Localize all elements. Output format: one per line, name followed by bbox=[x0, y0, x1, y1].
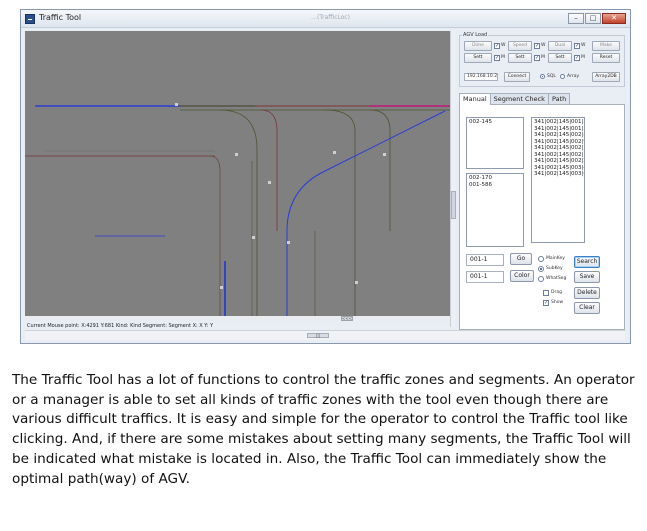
subkey-radio-label: SubKey bbox=[546, 266, 563, 271]
list-item[interactable]: 341|002|145|002|111 bbox=[534, 145, 584, 152]
agv-check-m2[interactable]: ✓ bbox=[534, 55, 540, 61]
list-item[interactable]: 341|002|145|003|69 bbox=[534, 171, 584, 178]
sql-radio[interactable] bbox=[540, 74, 545, 79]
reset-button[interactable]: Reset bbox=[592, 53, 620, 63]
list-item[interactable]: 341|002|145|002|88 bbox=[534, 132, 584, 139]
scrollbar-thumb[interactable] bbox=[451, 191, 456, 219]
list-item[interactable]: 001-586 bbox=[469, 182, 521, 189]
canvas-vertical-scrollbar[interactable] bbox=[450, 31, 456, 327]
scrollbar-thumb[interactable]: <<< bbox=[341, 316, 353, 321]
control-panel: AGV Load Dime ✓ W Speed ✓ W Dual ✓ W Mak… bbox=[457, 31, 627, 331]
maximize-button[interactable]: □ bbox=[585, 13, 601, 24]
background-window-title: …(TrafficLoc) bbox=[311, 14, 350, 21]
zone-listbox-bottom[interactable]: 002-170 001-586 bbox=[466, 173, 524, 247]
dime-button[interactable]: Dime bbox=[464, 41, 492, 51]
go-button[interactable]: Go bbox=[510, 253, 532, 265]
traffic-tool-window: Traffic Tool …(TrafficLoc) – □ ✕ <<< Cur… bbox=[20, 9, 631, 344]
drag-checkbox-label: Drag bbox=[551, 290, 562, 295]
array-radio-label: Array bbox=[567, 74, 580, 79]
curve-segment bbox=[209, 155, 221, 327]
search-button[interactable]: Search bbox=[574, 256, 600, 268]
node-marker bbox=[220, 286, 223, 289]
node-marker bbox=[235, 153, 238, 156]
agv-check-label: W bbox=[501, 43, 506, 48]
manual-tab-panel: 002-145 002-170 001-586 341|002|145|001|… bbox=[459, 104, 625, 330]
agv-check-label: M bbox=[581, 55, 585, 60]
curve-segment bbox=[260, 109, 278, 231]
zone-listbox-top[interactable]: 002-145 bbox=[466, 117, 524, 169]
clear-button[interactable]: Clear bbox=[574, 302, 600, 314]
app-icon bbox=[25, 14, 35, 24]
mainkey-radio-label: MainKey bbox=[546, 256, 565, 261]
agv-check-label: M bbox=[541, 55, 545, 60]
array-radio[interactable] bbox=[560, 74, 565, 79]
list-item[interactable]: 341|002|145|001|590 bbox=[534, 119, 584, 126]
title-bar[interactable]: Traffic Tool …(TrafficLoc) – □ ✕ bbox=[21, 10, 630, 28]
node-marker bbox=[252, 236, 255, 239]
tab-path[interactable]: Path bbox=[547, 93, 571, 104]
zone-input[interactable]: 001-1 bbox=[466, 254, 504, 266]
agv-check-label: M bbox=[501, 55, 505, 60]
agv-check-w1[interactable]: ✓ bbox=[494, 43, 500, 49]
tool-description: The Traffic Tool has a lot of functions … bbox=[12, 372, 635, 487]
drag-checkbox[interactable] bbox=[543, 290, 549, 296]
mainkey-radio[interactable] bbox=[538, 256, 544, 262]
traffic-map-canvas[interactable] bbox=[25, 31, 450, 327]
agv-check-label: W bbox=[581, 43, 586, 48]
scrollbar-thumb[interactable]: ||| bbox=[307, 333, 329, 338]
set-button-1[interactable]: Sett bbox=[464, 53, 492, 63]
node-marker bbox=[268, 181, 271, 184]
save-button[interactable]: Save bbox=[574, 271, 600, 283]
list-item[interactable]: 002-145 bbox=[469, 119, 521, 126]
delete-button[interactable]: Delete bbox=[574, 287, 600, 299]
window-horizontal-scrollbar[interactable]: ||| bbox=[25, 330, 625, 340]
agv-check-m3[interactable]: ✓ bbox=[574, 55, 580, 61]
color-zone-input[interactable]: 001-1 bbox=[466, 271, 504, 283]
node-marker bbox=[175, 103, 178, 106]
whatseg-radio-label: WhatSeg bbox=[546, 276, 567, 281]
close-button[interactable]: ✕ bbox=[602, 13, 626, 24]
node-marker bbox=[287, 241, 290, 244]
set-button-3[interactable]: Sett bbox=[548, 53, 572, 63]
make-button[interactable]: Make bbox=[592, 41, 620, 51]
window-title: Traffic Tool bbox=[39, 13, 82, 22]
set-button-2[interactable]: Sett bbox=[508, 53, 532, 63]
list-item[interactable]: 341|002|145|002|200 bbox=[534, 158, 584, 165]
minimize-button[interactable]: – bbox=[568, 13, 584, 24]
connect-button[interactable]: Connect bbox=[504, 72, 530, 82]
agv-check-m1[interactable]: ✓ bbox=[494, 55, 500, 61]
dual-button[interactable]: Dual bbox=[548, 41, 572, 51]
show-checkbox[interactable]: ✓ bbox=[543, 300, 549, 306]
node-marker bbox=[383, 153, 386, 156]
tab-manual[interactable]: Manual bbox=[459, 93, 491, 105]
status-bar: Current Mouse point: X:4291 Y:681 Kind: … bbox=[25, 322, 450, 330]
agv-check-w3[interactable]: ✓ bbox=[574, 43, 580, 49]
color-button[interactable]: Color bbox=[510, 270, 534, 282]
segment-listbox[interactable]: 341|002|145|001|590 341|002|145|001|599 … bbox=[531, 117, 585, 243]
speed-button[interactable]: Speed bbox=[508, 41, 532, 51]
ip-address-field[interactable]: 192.168.10.2 bbox=[464, 73, 498, 81]
subkey-radio[interactable] bbox=[538, 266, 544, 272]
path-segment bbox=[286, 110, 446, 327]
agv-check-w2[interactable]: ✓ bbox=[534, 43, 540, 49]
window-controls: – □ ✕ bbox=[568, 13, 626, 25]
agv-check-label: W bbox=[541, 43, 546, 48]
curve-segment bbox=[324, 109, 356, 327]
whatseg-radio[interactable] bbox=[538, 276, 544, 282]
agv-load-group: AGV Load Dime ✓ W Speed ✓ W Dual ✓ W Mak… bbox=[459, 32, 625, 87]
curve-segment bbox=[369, 109, 391, 231]
agv-load-label: AGV Load bbox=[462, 32, 489, 38]
array-to-db-button[interactable]: Array2DB bbox=[592, 72, 620, 82]
node-marker bbox=[355, 281, 358, 284]
node-marker bbox=[333, 151, 336, 154]
tab-segment-check[interactable]: Segment Check bbox=[489, 93, 549, 104]
show-checkbox-label: Show bbox=[551, 300, 564, 305]
segment-map bbox=[25, 103, 450, 327]
sql-radio-label: SQL bbox=[547, 74, 556, 79]
